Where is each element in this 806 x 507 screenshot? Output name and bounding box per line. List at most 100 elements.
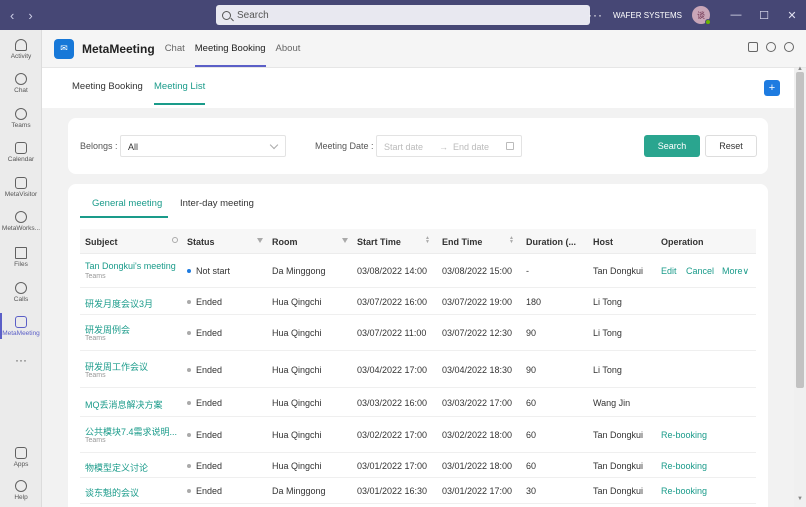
end-time-cell: 03/02/2022 18:00 xyxy=(442,430,513,440)
duration-cell: 60 xyxy=(526,460,537,471)
rail-more-label: ··· xyxy=(15,353,27,367)
status-cell: Ended xyxy=(187,461,222,471)
tab-chat[interactable]: Chat xyxy=(165,30,185,68)
range-arrow-icon: → xyxy=(439,142,448,152)
belongs-select[interactable]: All xyxy=(120,135,286,157)
filter-icon[interactable] xyxy=(257,238,263,243)
table-row[interactable]: 谈东魁的会议 Ended Da Minggong 03/01/2022 16:30 03… xyxy=(80,478,756,504)
table-row[interactable]: 物模型定义讨论 Ended Hua Qingchi 03/01/2022 17:00 0… xyxy=(80,453,756,478)
host-cell: Li Tong xyxy=(593,364,622,375)
refresh-icon[interactable] xyxy=(766,42,776,52)
rail-label: Chat xyxy=(14,86,28,94)
close-icon[interactable]: ✕ xyxy=(778,9,806,22)
sort-icon[interactable]: ▲ ▼ xyxy=(509,236,514,245)
rail-item-apps[interactable]: Apps xyxy=(0,440,42,474)
robot-icon xyxy=(15,210,27,223)
shield-icon[interactable] xyxy=(784,42,794,52)
tab-meeting-booking[interactable]: Meeting Booking xyxy=(194,30,266,68)
subtab-meeting-list[interactable]: Meeting List xyxy=(154,81,206,105)
status-dot-icon xyxy=(187,269,191,273)
reset-button[interactable]: Reset xyxy=(705,135,757,157)
add-meeting-button[interactable]: + xyxy=(764,80,780,96)
active-tab-indicator xyxy=(80,216,168,218)
re-booking-button[interactable]: Re-booking xyxy=(661,486,707,496)
rail-item-files[interactable]: Files xyxy=(0,240,42,274)
table-row[interactable]: 公共模块7.4需求说明... Teams Ended Hua Qingchi 03/02… xyxy=(80,417,756,453)
re-booking-button[interactable]: Re-booking xyxy=(661,461,707,471)
rail-label: MetaMeeting xyxy=(2,329,40,337)
global-search-input[interactable]: Search xyxy=(216,5,590,25)
col-room: Room xyxy=(272,237,298,247)
search-button[interactable]: Search xyxy=(644,135,700,157)
teams-tag: Teams xyxy=(85,335,106,342)
meeting-date-range-picker[interactable]: Start date → End date xyxy=(376,135,522,157)
start-time-cell: 03/07/2022 11:00 xyxy=(357,328,427,338)
back-arrow-icon[interactable]: ‹ xyxy=(10,8,14,23)
table-row[interactable]: 研发月度会议3月 Ended Hua Qingchi 03/07/2022 16:00… xyxy=(80,288,756,315)
calendar-icon xyxy=(15,141,27,154)
room-cell: Hua Qingchi xyxy=(272,460,322,471)
meeting-subject-link[interactable]: MQ丢消息解决方案 xyxy=(85,398,163,411)
rail-item-metameeting[interactable]: MetaMeeting xyxy=(0,309,42,343)
rail-item-calendar[interactable]: Calendar xyxy=(0,135,42,169)
tab-about[interactable]: About xyxy=(276,30,301,68)
scroll-down-icon[interactable]: ▼ xyxy=(797,496,803,502)
status-cell: Ended xyxy=(187,398,222,408)
meeting-subject-link[interactable]: 谈东魁的会议 xyxy=(85,486,139,499)
status-text: Ended xyxy=(196,430,223,440)
rail-item-teams[interactable]: Teams xyxy=(0,101,42,135)
more-options-button[interactable]: ··· xyxy=(588,8,603,22)
chat-icon xyxy=(15,72,27,85)
rail-item-help[interactable]: Help xyxy=(0,473,42,507)
rail-item-activity[interactable]: Activity xyxy=(0,32,42,66)
table-row[interactable]: 研发周工作会议 Teams Ended Hua Qingchi 03/04/2022 1… xyxy=(80,351,756,388)
rail-item-calls[interactable]: Calls xyxy=(0,275,42,309)
cancel-button[interactable]: Cancel xyxy=(686,266,714,276)
meeting-subject-link[interactable]: 物模型定义讨论 xyxy=(85,461,148,474)
re-booking-button[interactable]: Re-booking xyxy=(661,430,707,440)
maximize-icon[interactable]: ☐ xyxy=(750,9,778,22)
tab-inter-day-meeting[interactable]: Inter-day meeting xyxy=(180,198,254,209)
app-rail: Activity Chat Teams Calendar MetaVisitor… xyxy=(0,30,42,507)
start-time-cell: 03/01/2022 16:30 xyxy=(357,486,428,496)
start-date-input[interactable]: Start date xyxy=(384,142,423,152)
edit-button[interactable]: Edit xyxy=(661,266,677,276)
tab-general-meeting[interactable]: General meeting xyxy=(92,198,162,209)
rail-more-apps[interactable]: ··· xyxy=(0,343,42,377)
more-dropdown-button[interactable]: More∨ xyxy=(722,266,749,277)
filter-icon[interactable] xyxy=(342,238,348,243)
status-text: Ended xyxy=(196,296,223,307)
column-search-icon[interactable] xyxy=(172,237,178,243)
belongs-value: All xyxy=(128,142,139,152)
end-date-input[interactable]: End date xyxy=(453,142,489,152)
status-text: Not start xyxy=(196,266,231,276)
minimize-icon[interactable]: — xyxy=(722,9,750,21)
status-dot-icon xyxy=(187,299,191,304)
room-cell: Hua Qingchi xyxy=(272,296,322,307)
table-row[interactable]: MQ丢消息解决方案 Ended Hua Qingchi 03/03/2022 16:0… xyxy=(80,388,756,417)
forward-arrow-icon[interactable]: › xyxy=(28,8,32,23)
host-cell: Tan Dongkui xyxy=(593,486,644,496)
meeting-date-label: Meeting Date : xyxy=(315,141,374,151)
col-subject: Subject xyxy=(85,237,118,247)
status-cell: Ended xyxy=(187,430,222,440)
meeting-subject-link[interactable]: Tan Dongkui's meeting xyxy=(85,261,176,271)
table-row[interactable]: 研发周例会 Teams Ended Hua Qingchi 03/07/2022 11:… xyxy=(80,315,756,351)
room-cell: Hua Qingchi xyxy=(272,328,322,338)
table-row[interactable]: Tan Dongkui's meeting Teams Not start Da Mi… xyxy=(80,254,756,288)
scrollbar[interactable]: ▲ ▼ xyxy=(794,66,806,507)
rail-item-metavisitor[interactable]: MetaVisitor xyxy=(0,170,42,204)
end-time-cell: 03/07/2022 19:00 xyxy=(442,296,513,307)
subtab-meeting-booking[interactable]: Meeting Booking xyxy=(72,81,143,92)
meeting-subject-link[interactable]: 研发月度会议3月 xyxy=(85,297,153,310)
rail-item-chat[interactable]: Chat xyxy=(0,66,42,100)
rail-item-metaworks[interactable]: MetaWorks... xyxy=(0,204,42,238)
title-bar: ‹ › Search ··· WAFER SYSTEMS 谈 — ☐ ✕ xyxy=(0,0,806,30)
sort-icon[interactable]: ▲ ▼ xyxy=(425,236,430,245)
belongs-label: Belongs : xyxy=(80,141,118,151)
scrollbar-thumb[interactable] xyxy=(796,72,804,388)
teams-tag: Teams xyxy=(85,437,106,444)
content-area: Meeting Booking Meeting List + Belongs :… xyxy=(42,68,794,507)
avatar[interactable]: 谈 xyxy=(692,6,711,25)
popout-icon[interactable] xyxy=(748,42,758,52)
